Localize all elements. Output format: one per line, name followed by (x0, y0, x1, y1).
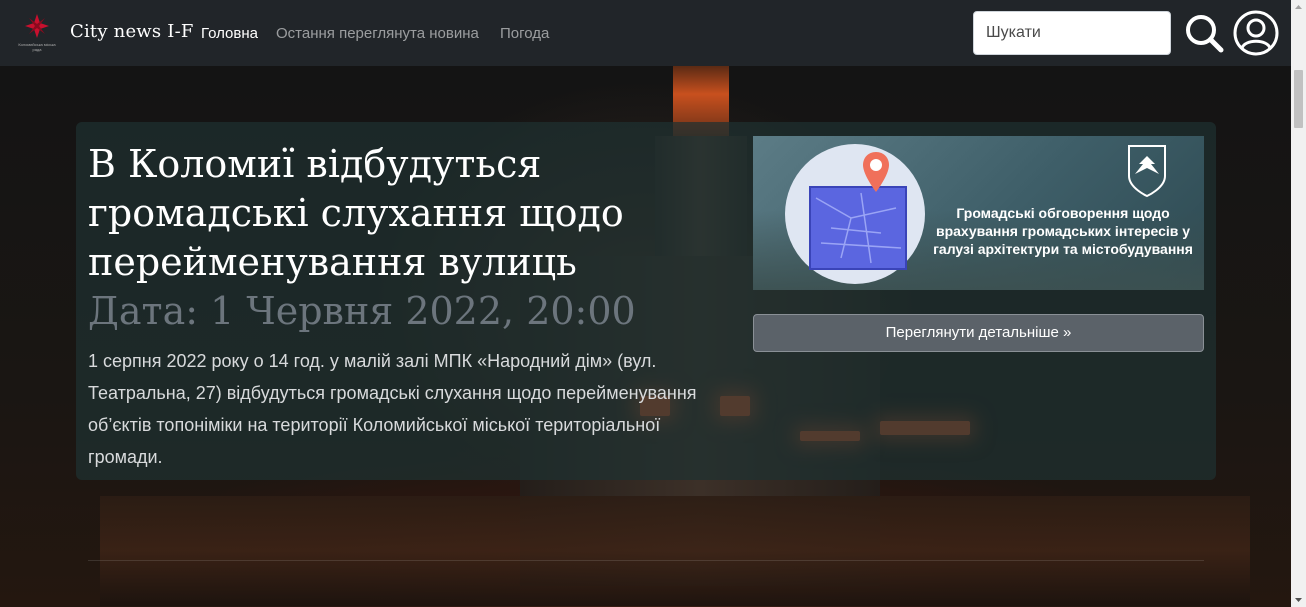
logo[interactable]: Коломийська міська рада (14, 12, 60, 54)
section-divider (88, 560, 1204, 561)
article-date: Дата: 1 Червня 2022, 20:00 (88, 289, 636, 333)
user-circle-icon (1233, 10, 1279, 56)
view-details-button[interactable]: Переглянути детальніше » (753, 314, 1204, 352)
brand[interactable]: City news I-F (70, 21, 194, 42)
nav-last-viewed[interactable]: Остання переглянута новина (276, 25, 479, 42)
nav-weather[interactable]: Погода (500, 25, 549, 42)
featured-news-card: В Коломиї відбудуться громадські слуханн… (76, 122, 1216, 480)
scroll-up-arrow-icon[interactable] (1291, 0, 1306, 14)
search-icon (1186, 15, 1224, 53)
search-button[interactable] (1183, 11, 1225, 55)
account-button[interactable] (1233, 10, 1279, 56)
search-input[interactable] (973, 11, 1171, 55)
image-caption: Громадські обговорення щодо врахування г… (933, 205, 1193, 257)
logo-text: Коломийська міська рада (18, 42, 56, 52)
scroll-thumb[interactable] (1294, 70, 1303, 128)
coat-of-arms-icon (1128, 145, 1166, 198)
map-pin-icon (863, 152, 889, 192)
article-title: В Коломиї відбудуться громадські слуханн… (88, 142, 624, 284)
navbar: Коломийська міська рада City news I-F Го… (0, 0, 1291, 66)
city-roofs (100, 496, 1250, 606)
article-image[interactable]: Громадські обговорення щодо врахування г… (753, 136, 1204, 290)
article-description: 1 серпня 2022 року о 14 год. у малій зал… (88, 351, 697, 467)
scroll-down-arrow-icon[interactable] (1291, 593, 1306, 607)
map-illustration (809, 186, 907, 270)
nav-home[interactable]: Головна (201, 25, 258, 42)
page-scrollbar[interactable] (1291, 0, 1306, 607)
